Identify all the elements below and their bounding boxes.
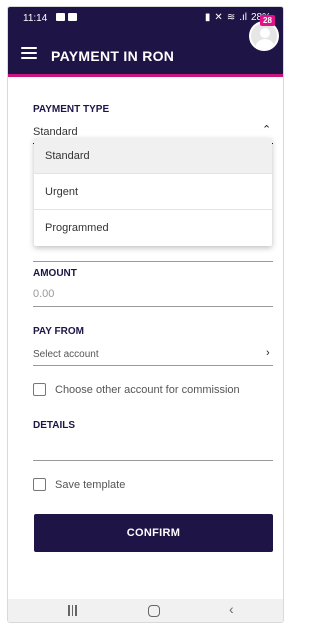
recent-apps-icon[interactable] bbox=[68, 605, 77, 616]
hamburger-menu-icon[interactable] bbox=[21, 47, 37, 60]
commission-checkbox[interactable] bbox=[33, 383, 46, 396]
amount-input[interactable]: 0.00 bbox=[33, 288, 54, 300]
system-navigation-bar: ‹ bbox=[8, 599, 283, 622]
payment-type-select[interactable]: Standard bbox=[33, 126, 78, 138]
amount-label: AMOUNT bbox=[33, 268, 77, 279]
chevron-up-icon[interactable]: ⌃ bbox=[262, 123, 271, 136]
pay-from-label: PAY FROM bbox=[33, 326, 84, 337]
notification-icons bbox=[56, 13, 77, 21]
pay-from-underline bbox=[33, 365, 273, 366]
details-underline bbox=[33, 460, 273, 461]
details-label: DETAILS bbox=[33, 420, 76, 431]
confirm-button[interactable]: CONFIRM bbox=[34, 514, 273, 552]
notification-badge: 28 bbox=[260, 15, 275, 26]
video-notification-icon bbox=[68, 13, 77, 21]
mute-icon: ✕ bbox=[214, 12, 223, 23]
hidden-field-underline bbox=[33, 261, 273, 262]
phone-screen: 11:14 ▮ ✕ ≋ .ıl 28% PAYMENT IN RON 28 PA… bbox=[7, 6, 284, 623]
app-header: PAYMENT IN RON bbox=[8, 31, 283, 77]
gallery-notification-icon bbox=[56, 13, 65, 21]
dropdown-option-programmed[interactable]: Programmed bbox=[34, 210, 272, 246]
battery-saver-icon: ▮ bbox=[204, 12, 211, 23]
amount-underline bbox=[33, 306, 273, 307]
dropdown-option-urgent[interactable]: Urgent bbox=[34, 174, 272, 210]
dropdown-option-standard[interactable]: Standard bbox=[34, 138, 272, 174]
chevron-right-icon[interactable]: › bbox=[266, 347, 270, 359]
header-accent-line bbox=[8, 74, 283, 77]
signal-icon: .ıl bbox=[239, 12, 247, 23]
payment-type-label: PAYMENT TYPE bbox=[33, 104, 110, 115]
page-title: PAYMENT IN RON bbox=[51, 48, 175, 64]
status-time: 11:14 bbox=[23, 13, 48, 24]
status-bar: 11:14 ▮ ✕ ≋ .ıl 28% bbox=[8, 7, 283, 31]
save-template-label: Save template bbox=[55, 479, 126, 491]
pay-from-select[interactable]: Select account bbox=[33, 349, 99, 360]
wifi-icon: ≋ bbox=[226, 12, 236, 23]
payment-type-dropdown: Standard Urgent Programmed bbox=[34, 138, 272, 246]
back-icon[interactable]: ‹ bbox=[229, 601, 234, 617]
home-icon[interactable] bbox=[148, 605, 160, 617]
save-template-checkbox[interactable] bbox=[33, 478, 46, 491]
commission-checkbox-label: Choose other account for commission bbox=[55, 384, 240, 396]
